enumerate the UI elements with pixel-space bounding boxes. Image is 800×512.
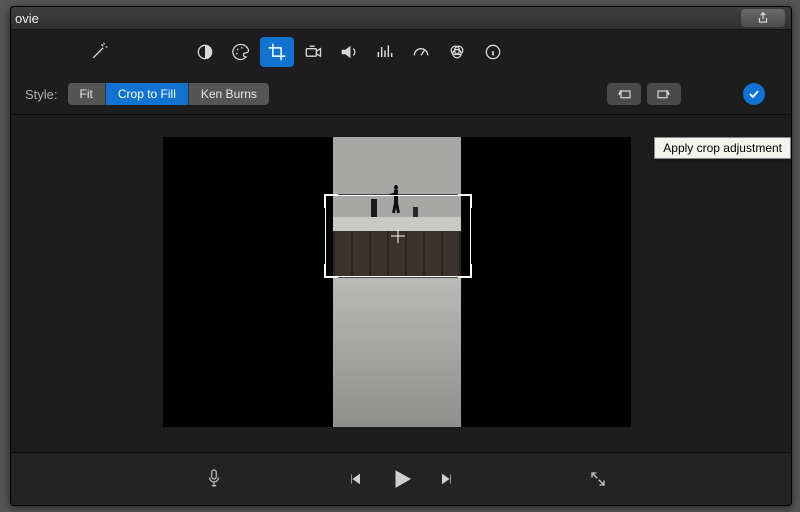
app-window: ovie — [10, 6, 792, 506]
style-fit[interactable]: Fit — [68, 83, 106, 105]
camera-icon — [303, 42, 323, 62]
window-titlebar: ovie — [11, 7, 791, 30]
info-button[interactable] — [476, 37, 510, 67]
preview-viewer[interactable] — [163, 137, 631, 427]
style-label: Style: — [25, 87, 58, 102]
video-clip — [333, 137, 461, 427]
share-icon — [756, 11, 770, 25]
apply-crop-tooltip: Apply crop adjustment — [654, 137, 791, 159]
next-frame-icon — [439, 471, 455, 487]
next-frame-button[interactable] — [430, 462, 464, 496]
adjust-toolbar — [11, 30, 791, 74]
play-icon — [389, 467, 413, 491]
style-ken-burns[interactable]: Ken Burns — [189, 83, 269, 105]
crop-icon — [267, 42, 287, 62]
fullscreen-button[interactable] — [581, 462, 615, 496]
color-correction-button[interactable] — [224, 37, 258, 67]
crop-handle-tl[interactable] — [324, 194, 338, 208]
magic-wand-icon — [89, 42, 109, 62]
rotate-cw-icon — [655, 87, 673, 101]
play-button[interactable] — [384, 462, 418, 496]
rotate-ccw-button[interactable] — [607, 83, 641, 105]
share-button[interactable] — [741, 9, 785, 27]
color-balance-button[interactable] — [188, 37, 222, 67]
noise-eq-button[interactable] — [368, 37, 402, 67]
rotate-ccw-icon — [615, 87, 633, 101]
color-palette-icon — [231, 42, 251, 62]
previous-frame-icon — [347, 471, 363, 487]
style-segmented-control: Fit Crop to Fill Ken Burns — [68, 83, 269, 105]
microphone-icon — [205, 468, 223, 490]
crop-handle-br[interactable] — [458, 264, 472, 278]
auto-enhance-button[interactable] — [82, 37, 116, 67]
playback-bar — [11, 452, 791, 505]
color-filters-icon — [447, 42, 467, 62]
rotate-cw-button[interactable] — [647, 83, 681, 105]
previous-frame-button[interactable] — [338, 462, 372, 496]
stabilize-button[interactable] — [296, 37, 330, 67]
crop-button[interactable] — [260, 37, 294, 67]
clip-filter-button[interactable] — [440, 37, 474, 67]
window-title: ovie — [15, 11, 39, 26]
volume-button[interactable] — [332, 37, 366, 67]
apply-crop-button[interactable] — [743, 83, 765, 105]
style-crop-to-fill[interactable]: Crop to Fill — [106, 83, 189, 105]
crop-rectangle[interactable] — [325, 195, 471, 277]
speed-button[interactable] — [404, 37, 438, 67]
contrast-icon — [195, 42, 215, 62]
crop-style-row: Style: Fit Crop to Fill Ken Burns — [11, 74, 791, 115]
fullscreen-icon — [589, 470, 607, 488]
crop-handle-bl[interactable] — [324, 264, 338, 278]
checkmark-icon — [747, 87, 761, 101]
speed-gauge-icon — [411, 42, 431, 62]
voiceover-record-button[interactable] — [197, 462, 231, 496]
crop-handle-tr[interactable] — [458, 194, 472, 208]
equalizer-icon — [375, 42, 395, 62]
volume-icon — [339, 42, 359, 62]
info-icon — [483, 42, 503, 62]
